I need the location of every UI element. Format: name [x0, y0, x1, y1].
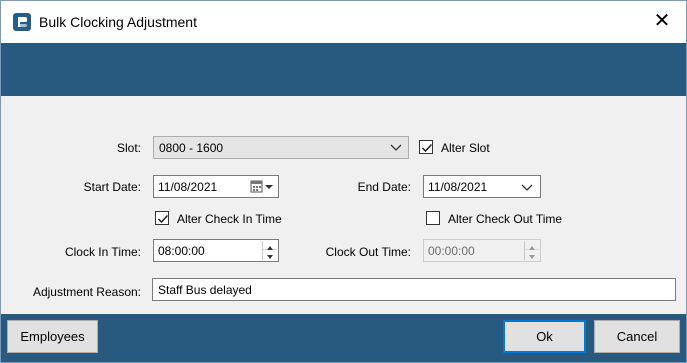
spinner-arrows-icon[interactable]	[262, 241, 277, 260]
adjustment-form: Slot: 0800 - 1600 Alter Slot Start Date:…	[1, 96, 686, 314]
clock-out-value: 00:00:00	[428, 244, 475, 258]
dialog-window: Bulk Clocking Adjustment ✕ Slot: 0800 - …	[0, 0, 687, 363]
cancel-button[interactable]: Cancel	[594, 320, 680, 353]
start-date-label: Start Date:	[83, 180, 141, 194]
clock-in-label: Clock In Time:	[64, 245, 141, 259]
footer-bar: Employees Ok Cancel	[1, 314, 686, 362]
chevron-down-icon[interactable]	[520, 180, 534, 194]
end-date-label: End Date:	[357, 180, 411, 194]
adjustment-reason-value: Staff Bus delayed	[158, 283, 252, 297]
clock-out-time-spinner: 00:00:00	[423, 239, 541, 262]
header-band	[1, 43, 686, 96]
start-date-value: 11/08/2021	[158, 180, 218, 194]
adjustment-reason-label: Adjustment Reason:	[32, 285, 141, 299]
end-date-value: 11/08/2021	[428, 180, 488, 194]
chevron-down-icon	[390, 140, 402, 154]
alter-check-in-label: Alter Check In Time	[177, 212, 282, 226]
window-title: Bulk Clocking Adjustment	[39, 14, 197, 30]
app-logo-icon	[13, 13, 31, 31]
spin-down-button[interactable]	[263, 250, 277, 259]
alter-check-out-checkbox[interactable]	[426, 211, 440, 225]
clock-in-time-spinner[interactable]: 08:00:00	[153, 239, 279, 262]
spin-up-button[interactable]	[263, 241, 277, 250]
calendar-icon[interactable]	[250, 180, 274, 194]
adjustment-reason-input[interactable]: Staff Bus delayed	[152, 278, 676, 301]
clock-in-value: 08:00:00	[158, 244, 205, 258]
ok-button[interactable]: Ok	[503, 320, 586, 353]
start-date-picker[interactable]: 11/08/2021	[153, 175, 279, 198]
slot-value: 0800 - 1600	[159, 141, 224, 155]
end-date-picker[interactable]: 11/08/2021	[423, 175, 541, 198]
spin-down-button	[525, 250, 539, 259]
clock-out-label: Clock Out Time:	[325, 245, 411, 259]
alter-check-out-label: Alter Check Out Time	[448, 212, 563, 226]
alter-check-in-checkbox[interactable]	[155, 211, 169, 225]
slot-label: Slot:	[116, 141, 141, 155]
spinner-arrows-icon	[524, 241, 539, 260]
title-bar: Bulk Clocking Adjustment ✕	[1, 1, 686, 43]
slot-combobox[interactable]: 0800 - 1600	[153, 136, 409, 159]
close-icon[interactable]: ✕	[652, 10, 672, 32]
employees-button[interactable]: Employees	[7, 320, 98, 353]
alter-slot-label: Alter Slot	[441, 141, 490, 155]
check-icon	[157, 214, 169, 224]
spin-up-button	[525, 241, 539, 250]
alter-slot-checkbox[interactable]	[419, 140, 433, 154]
check-icon	[421, 143, 433, 153]
